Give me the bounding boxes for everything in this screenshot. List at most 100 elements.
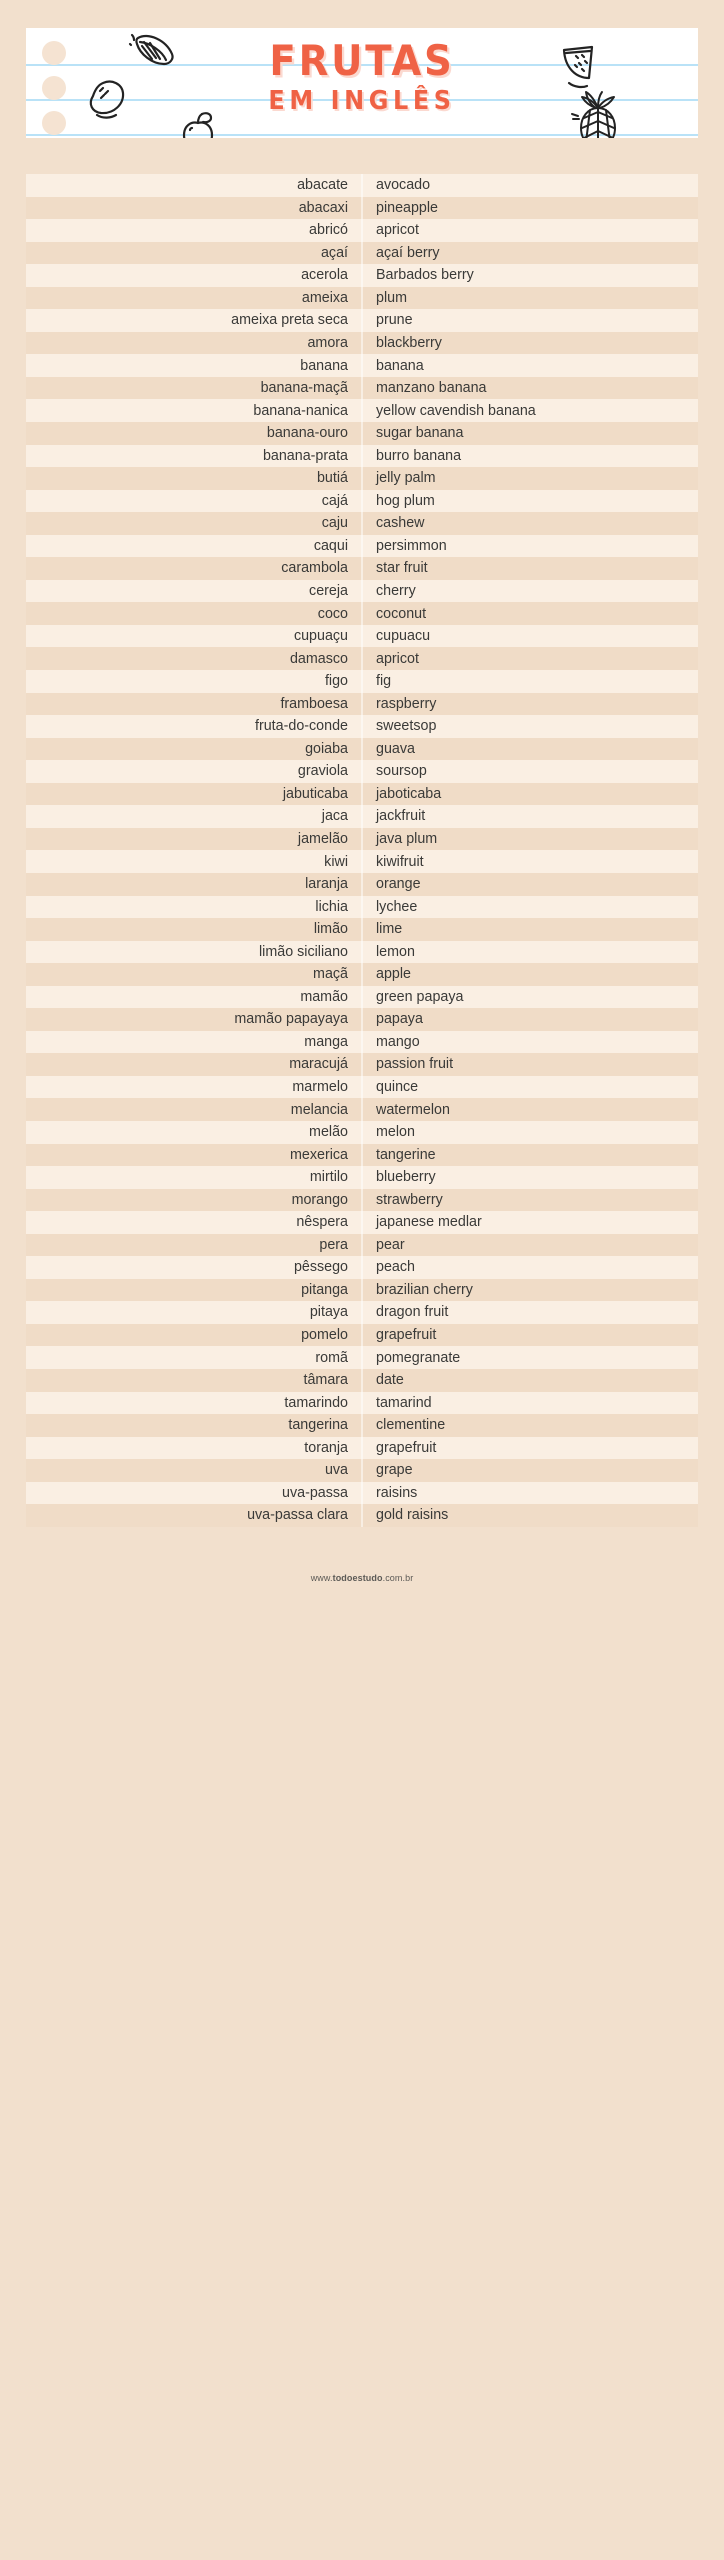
english-term: açaí berry bbox=[376, 245, 440, 261]
orange-slice-icon bbox=[126, 30, 180, 79]
portuguese-term: maçã bbox=[313, 967, 348, 982]
english-term: tamarind bbox=[376, 1395, 432, 1410]
column-divider bbox=[361, 174, 363, 1527]
portuguese-term: uva-passa bbox=[282, 1485, 348, 1501]
portuguese-term: ameixa preta seca bbox=[231, 313, 348, 328]
portuguese-term: pitanga bbox=[301, 1282, 348, 1298]
portuguese-term: maracujá bbox=[289, 1057, 348, 1072]
english-term: guava bbox=[376, 741, 415, 757]
portuguese-term: acerola bbox=[301, 268, 348, 283]
portuguese-term: banana bbox=[300, 358, 348, 373]
english-term: cashew bbox=[376, 516, 425, 531]
portuguese-term: banana-prata bbox=[262, 448, 348, 463]
portuguese-term: goiaba bbox=[305, 741, 348, 757]
apple-icon bbox=[178, 110, 220, 138]
english-term: cupuacu bbox=[376, 629, 431, 644]
english-term: japanese medlar bbox=[376, 1215, 482, 1230]
portuguese-term: banana-maçã bbox=[260, 381, 348, 396]
portuguese-term: jamelão bbox=[297, 831, 348, 847]
portuguese-term: melão bbox=[309, 1125, 348, 1140]
portuguese-term: jabuticaba bbox=[282, 786, 348, 802]
portuguese-term: coco bbox=[317, 606, 348, 621]
english-term: tangerine bbox=[376, 1147, 436, 1162]
portuguese-term: morango bbox=[291, 1192, 348, 1208]
portuguese-term: ameixa bbox=[301, 290, 348, 306]
english-term: apricot bbox=[376, 223, 419, 238]
portuguese-term: pitaya bbox=[309, 1305, 348, 1320]
portuguese-term: figo bbox=[324, 674, 348, 689]
english-term: clementine bbox=[376, 1418, 446, 1433]
english-term: hog plum bbox=[376, 493, 435, 509]
english-term: grapefruit bbox=[376, 1328, 437, 1343]
watermelon-slice-icon bbox=[556, 42, 602, 97]
portuguese-term: abacaxi bbox=[298, 200, 348, 215]
portuguese-term: melancia bbox=[290, 1102, 348, 1117]
portuguese-term: caju bbox=[321, 516, 348, 531]
english-term: lime bbox=[376, 922, 403, 937]
portuguese-term: graviola bbox=[297, 764, 348, 779]
english-term: apple bbox=[376, 967, 411, 982]
english-term: peach bbox=[376, 1260, 415, 1275]
portuguese-term: nêspera bbox=[296, 1215, 348, 1230]
portuguese-term: mirtilo bbox=[309, 1170, 348, 1185]
english-term: melon bbox=[376, 1125, 415, 1140]
english-term: brazilian cherry bbox=[376, 1282, 473, 1298]
portuguese-term: mamão papayaya bbox=[234, 1012, 348, 1027]
english-term: jackfruit bbox=[376, 809, 426, 824]
portuguese-term: lichia bbox=[315, 899, 348, 914]
english-term: sweetsop bbox=[376, 719, 437, 734]
pineapple-icon bbox=[568, 90, 626, 138]
english-term: sugar banana bbox=[376, 426, 464, 441]
portuguese-term: uva-passa clara bbox=[247, 1508, 348, 1523]
english-term: pomegranate bbox=[376, 1350, 461, 1365]
punch-hole bbox=[42, 111, 66, 135]
english-term: quince bbox=[376, 1080, 419, 1095]
english-term: jaboticaba bbox=[376, 786, 442, 802]
portuguese-term: tangerina bbox=[288, 1418, 348, 1433]
english-term: raisins bbox=[376, 1485, 418, 1501]
portuguese-term: mexerica bbox=[290, 1147, 348, 1162]
english-term: cherry bbox=[376, 583, 416, 599]
english-term: banana bbox=[376, 358, 424, 373]
english-term: blueberry bbox=[376, 1170, 436, 1185]
english-term: fig bbox=[376, 674, 392, 689]
portuguese-term: banana-ouro bbox=[266, 426, 348, 441]
portuguese-term: amora bbox=[307, 335, 348, 351]
portuguese-term: limão siciliano bbox=[259, 944, 348, 960]
english-term: kiwifruit bbox=[376, 854, 424, 869]
portuguese-term: fruta-do-conde bbox=[255, 719, 348, 734]
portuguese-term: abricó bbox=[309, 223, 348, 238]
english-term: mango bbox=[376, 1034, 420, 1050]
english-term: blackberry bbox=[376, 335, 442, 351]
header-card: FRUTAS EM INGLÊS bbox=[26, 28, 698, 138]
portuguese-term: cereja bbox=[309, 583, 348, 599]
english-term: passion fruit bbox=[376, 1057, 454, 1072]
lemon-icon bbox=[84, 74, 134, 125]
english-term: soursop bbox=[376, 764, 427, 779]
english-term: gold raisins bbox=[376, 1508, 449, 1523]
portuguese-term: tamarindo bbox=[284, 1395, 348, 1410]
portuguese-term: tâmara bbox=[303, 1373, 349, 1388]
portuguese-term: carambola bbox=[281, 561, 348, 576]
fruit-vocabulary-table: abacate avocado abacaxi pineapple abricó apri… bbox=[26, 174, 698, 1527]
english-term: avocado bbox=[376, 178, 431, 193]
portuguese-term: manga bbox=[304, 1034, 348, 1050]
english-term: jelly palm bbox=[376, 471, 436, 486]
portuguese-term: limão bbox=[313, 922, 348, 937]
english-term: yellow cavendish banana bbox=[376, 403, 536, 418]
portuguese-term: marmelo bbox=[292, 1080, 348, 1095]
portuguese-term: cajá bbox=[321, 493, 348, 509]
portuguese-term: pera bbox=[319, 1237, 348, 1253]
portuguese-term: caqui bbox=[313, 538, 348, 554]
portuguese-term: cupuaçu bbox=[293, 629, 348, 644]
english-term: burro banana bbox=[376, 448, 462, 463]
english-term: date bbox=[376, 1373, 404, 1388]
english-term: watermelon bbox=[376, 1102, 450, 1117]
english-term: java plum bbox=[376, 831, 438, 847]
footer-url-prefix: www. bbox=[310, 1572, 333, 1583]
portuguese-term: açaí bbox=[320, 245, 348, 261]
english-term: pear bbox=[376, 1237, 405, 1253]
english-term: Barbados berry bbox=[376, 268, 474, 283]
punch-hole bbox=[42, 76, 66, 100]
english-term: lychee bbox=[376, 899, 418, 914]
